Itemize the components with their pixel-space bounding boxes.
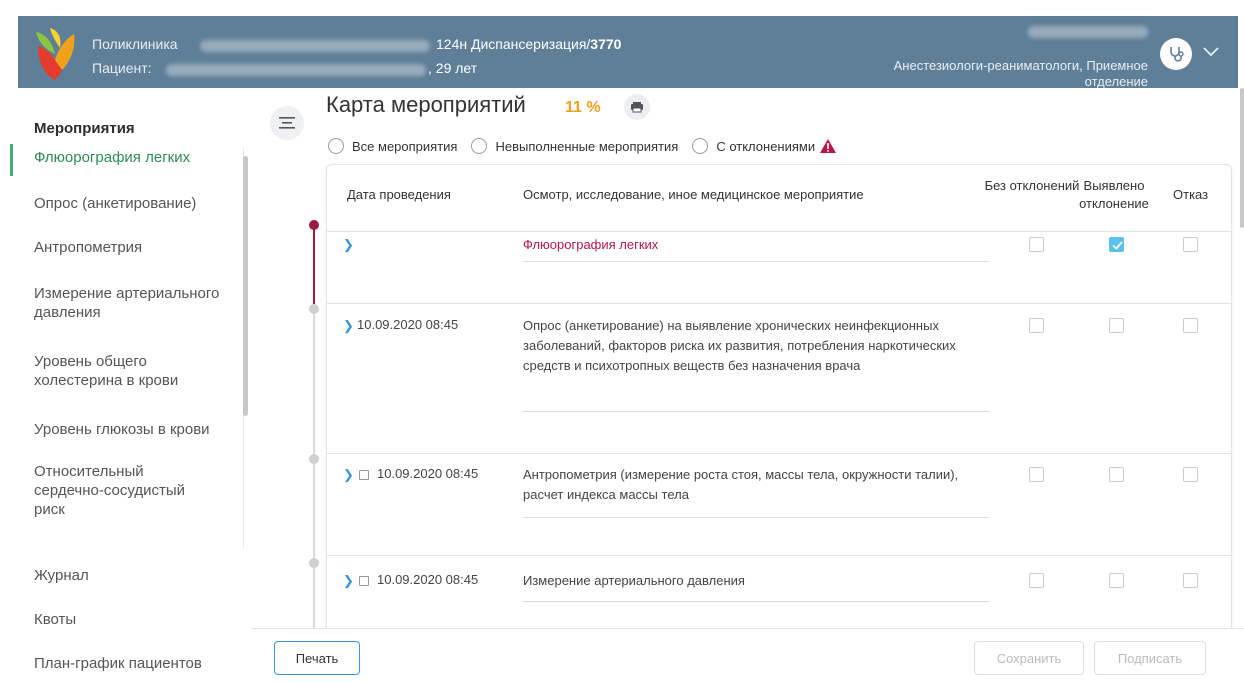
stethoscope-icon[interactable]	[1160, 38, 1192, 70]
user-name-redacted	[1028, 26, 1148, 38]
row-divider	[327, 453, 1231, 454]
patient-name-redacted	[166, 64, 426, 76]
filter-incomplete[interactable]: Невыполненные мероприятия	[471, 138, 678, 154]
sidebar-item-cholesterol[interactable]: Уровень общего холестерина в крови	[34, 352, 234, 390]
expand-icon[interactable]: ❯	[343, 573, 354, 589]
main-content: Карта мероприятий 11 % Все мероприятия Н…	[252, 88, 1244, 682]
row-desc: Измерение артериального давления	[523, 573, 745, 588]
radio-all[interactable]	[328, 138, 344, 154]
events-table: Дата проведения Осмотр, исследование, ин…	[326, 164, 1232, 634]
page-title: Карта мероприятий	[326, 92, 526, 117]
row-desc: Антропометрия (измерение роста стоя, мас…	[523, 467, 959, 502]
row-divider	[327, 303, 1231, 304]
menu-toggle-button[interactable]	[270, 106, 304, 140]
sidebar-item-glucose[interactable]: Уровень глюкозы в крови	[34, 420, 234, 439]
timeline-dot	[309, 304, 319, 314]
row-desc: Опрос (анкетирование) на выявление хрони…	[523, 318, 956, 373]
col-header-desc: Осмотр, исследование, иное медицинское м…	[523, 187, 864, 202]
filter-group: Все мероприятия Невыполненные мероприяти…	[328, 134, 851, 158]
expand-icon[interactable]: ❯	[343, 318, 354, 334]
active-indicator	[10, 144, 13, 176]
header-divider	[327, 231, 1231, 232]
sidebar-scrollbar[interactable]	[243, 156, 248, 416]
timeline-dot	[309, 454, 319, 464]
sidebar-item-fluorography[interactable]: Флюорография легких	[34, 148, 234, 167]
chevron-down-icon[interactable]	[1200, 40, 1222, 62]
expand-icon[interactable]: ❯	[343, 467, 354, 483]
checkbox-found[interactable]	[1109, 467, 1124, 482]
program-label: 124н Диспансеризация/3770	[436, 36, 622, 52]
row-divider	[327, 555, 1231, 556]
user-department: Анестезиологи-реаниматологи, Приемное от…	[893, 58, 1148, 89]
col-header-date: Дата проведения	[347, 187, 451, 202]
timeline-dot	[309, 220, 319, 230]
completion-percent: 11 %	[565, 99, 601, 116]
org-name-redacted	[200, 40, 430, 52]
radio-deviations[interactable]	[692, 138, 709, 154]
filter-deviations[interactable]: С отклонениями	[692, 138, 837, 154]
save-button[interactable]: Сохранить	[974, 641, 1084, 675]
row-underline	[523, 261, 989, 262]
org-label: Поликлиника	[92, 36, 178, 52]
checkbox-refuse[interactable]	[1183, 467, 1198, 482]
row-date: 10.09.2020 08:45	[377, 466, 479, 481]
checkbox-ok[interactable]	[1029, 318, 1044, 333]
main-scrollbar[interactable]	[1240, 88, 1244, 228]
hamburger-icon	[279, 117, 295, 129]
checkbox-found[interactable]	[1109, 573, 1124, 588]
calendar-icon	[359, 576, 369, 586]
sidebar-item-anthropometry[interactable]: Антропометрия	[34, 238, 234, 257]
patient-age: , 29 лет	[428, 60, 478, 76]
footer-bar: Печать Сохранить Подписать	[252, 628, 1244, 682]
col-header-refuse: Отказ	[1173, 187, 1209, 202]
checkbox-refuse[interactable]	[1183, 573, 1198, 588]
checkbox-found[interactable]	[1109, 237, 1124, 252]
sidebar-item-quotas[interactable]: Квоты	[34, 610, 234, 629]
warning-icon	[820, 139, 837, 153]
checkbox-ok[interactable]	[1029, 467, 1044, 482]
patient-label: Пациент:	[92, 60, 152, 76]
row-desc: Флюорография легких	[523, 237, 659, 252]
sidebar-item-blood-pressure[interactable]: Измерение артериального давления	[34, 284, 234, 322]
timeline-line	[313, 304, 315, 682]
row-date: 10.09.2020 08:45	[357, 317, 459, 332]
sidebar-item-journal[interactable]: Журнал	[34, 566, 234, 585]
sidebar-heading: Мероприятия	[34, 120, 135, 137]
checkbox-found[interactable]	[1109, 318, 1124, 333]
filter-all[interactable]: Все мероприятия	[328, 138, 457, 154]
row-underline	[523, 411, 989, 412]
check-icon	[1112, 241, 1123, 250]
print-button[interactable]: Печать	[274, 641, 360, 675]
checkbox-refuse[interactable]	[1183, 237, 1198, 252]
sidebar: Мероприятия Флюорография легких Опрос (а…	[0, 88, 252, 682]
header-bar: Поликлиника 124н Диспансеризация/3770 Па…	[18, 16, 1238, 89]
radio-incomplete[interactable]	[471, 138, 488, 154]
sidebar-item-survey[interactable]: Опрос (анкетирование)	[34, 194, 234, 213]
col-header-found: Выявлено отклонение	[1079, 178, 1149, 211]
checkbox-ok[interactable]	[1029, 237, 1044, 252]
sign-button[interactable]: Подписать	[1094, 641, 1206, 675]
checkbox-refuse[interactable]	[1183, 318, 1198, 333]
app-header: Поликлиника 124н Диспансеризация/3770 Па…	[0, 0, 1244, 89]
expand-icon[interactable]: ❯	[343, 237, 354, 253]
row-underline	[523, 517, 989, 518]
sidebar-item-schedule[interactable]: План-график пациентов	[34, 654, 234, 673]
clinic-logo	[36, 28, 75, 80]
checkbox-ok[interactable]	[1029, 573, 1044, 588]
print-icon[interactable]	[624, 94, 650, 120]
sidebar-item-cardio-risk[interactable]: Относительный сердечно-сосудистый риск	[34, 462, 214, 519]
calendar-icon	[359, 470, 369, 480]
timeline-active	[313, 222, 315, 304]
row-underline	[523, 601, 989, 602]
row-date: 10.09.2020 08:45	[377, 572, 479, 587]
timeline-dot	[309, 558, 319, 568]
